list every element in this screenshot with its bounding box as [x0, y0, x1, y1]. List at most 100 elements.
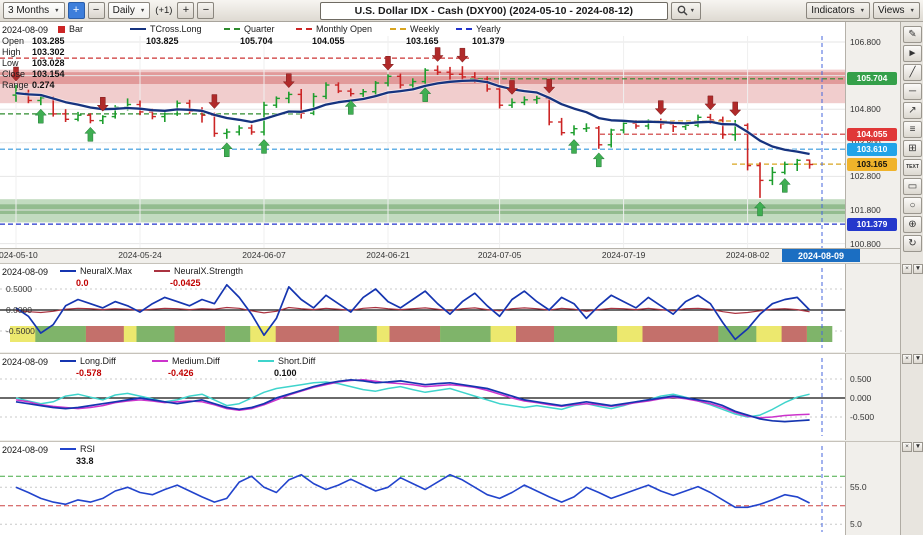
legend-item-quarter[interactable]: Quarter [224, 24, 275, 34]
buy-arrow-icon [779, 178, 790, 192]
chevron-down-icon: ▼ [690, 8, 695, 14]
range-select-value: 3 Months [8, 5, 49, 16]
price-bar [595, 126, 602, 149]
pencil-tool-button[interactable]: ✎ [903, 26, 922, 43]
main-price-chart[interactable]: 106.800105.800104.800103.800102.800101.8… [0, 22, 900, 262]
long-diff-swatch [60, 360, 76, 362]
date-axis-label: 2024-07-19 [602, 250, 645, 260]
decrease-bars-button[interactable]: − [197, 2, 214, 19]
legend-value: 103.165 [406, 36, 439, 46]
price-bar [161, 111, 168, 122]
indicator-value: -0.426 [168, 368, 194, 378]
collapse-panel-button[interactable]: ▼ [913, 442, 923, 452]
indicator-name: Medium.Diff [172, 356, 220, 366]
signal-segment [807, 326, 832, 342]
price-axis-label: 102.800 [850, 171, 881, 181]
diff-panel[interactable]: 0.5000.000-0.500 2024-08-09 Long.Diff Me… [0, 354, 900, 440]
price-bar [608, 129, 615, 148]
horizontal-line-tool-button[interactable]: ─ [903, 83, 922, 100]
close-panel-button[interactable]: × [902, 354, 912, 364]
legend-item-monthly-open[interactable]: Monthly Open [296, 24, 372, 34]
indicator-name: NeuralX.Max [80, 266, 132, 276]
close-panel-button[interactable]: × [902, 442, 912, 452]
cursor-tool-button[interactable]: ► [903, 45, 922, 62]
arrow-tool-button[interactable]: ↗ [903, 102, 922, 119]
diff-panel-header: 2024-08-09 Long.Diff Medium.Diff Short.D… [2, 356, 840, 380]
rectangle-tool-button[interactable]: ▭ [903, 178, 922, 195]
long-diff-legend[interactable]: Long.Diff [60, 356, 116, 366]
medium-diff-legend[interactable]: Medium.Diff [152, 356, 220, 366]
price-axis: 106.800105.800104.800103.800102.800101.8… [845, 22, 900, 248]
add-compare-button[interactable]: + [68, 2, 85, 19]
price-band [0, 204, 845, 214]
bar-legend-item[interactable]: Bar [58, 24, 83, 34]
collapse-panel-button[interactable]: ▼ [913, 354, 923, 364]
panel-date-label: 2024-08-09 [2, 445, 48, 455]
views-button[interactable]: Views ▼ [873, 2, 920, 19]
legend-item-weekly[interactable]: Weekly [390, 24, 439, 34]
chevron-down-icon: ▼ [54, 8, 59, 14]
indicator-axis-label: 0.000 [850, 393, 871, 403]
short-diff-legend[interactable]: Short.Diff [258, 356, 315, 366]
legend-value: 104.055 [312, 36, 345, 46]
signal-segment [782, 326, 807, 342]
bar-swatch [58, 26, 65, 33]
legend-item-yearly[interactable]: Yearly [456, 24, 501, 34]
trendline-tool-button[interactable]: ╱ [903, 64, 922, 81]
chevron-down-icon: ▼ [860, 8, 865, 14]
increase-bars-button[interactable]: + [177, 2, 194, 19]
ellipse-tool-button[interactable]: ○ [903, 197, 922, 214]
yearly-swatch [456, 28, 472, 30]
neuralx-panel-controls: × ▼ [902, 264, 923, 274]
grid-tool-button[interactable]: ⊞ [903, 140, 922, 157]
buy-arrow-icon [593, 153, 604, 167]
signal-segment [10, 326, 35, 342]
close-panel-button[interactable]: × [902, 264, 912, 274]
rsi-panel[interactable]: 55.05.0 2024-08-09 RSI 33.8 [0, 442, 900, 535]
signal-segment [86, 326, 124, 342]
neuralx-panel[interactable]: 0.50000.0000-0.5000 2024-08-09 NeuralX.M… [0, 264, 900, 352]
indicator-line [16, 475, 810, 508]
neuralx-axis-strip [845, 264, 900, 352]
search-button[interactable]: ▼ [671, 2, 701, 20]
period-select[interactable]: Daily ▼ [108, 2, 151, 19]
crosshair-tool-button[interactable]: ⊕ [903, 216, 922, 233]
fibonacci-tool-button[interactable]: ≡ [903, 121, 922, 138]
collapse-panel-button[interactable]: ▼ [913, 264, 923, 274]
refresh-tool-button[interactable]: ↻ [903, 235, 922, 252]
date-axis-label: 2024-07-05 [478, 250, 521, 260]
signal-segment [756, 326, 781, 342]
rsi-legend[interactable]: RSI [60, 444, 95, 454]
short-diff-swatch [258, 360, 274, 362]
signal-segment [225, 326, 250, 342]
legend-item-tcross[interactable]: TCross.Long [130, 24, 202, 34]
chart-date-label: 2024-08-09 [2, 25, 48, 35]
neuralx-strength-legend[interactable]: NeuralX.Strength [154, 266, 243, 276]
signal-segment [35, 326, 86, 342]
text-tool-button[interactable]: TEXT [903, 159, 922, 176]
indicator-name: Long.Diff [80, 356, 116, 366]
legend-value: 103.825 [146, 36, 179, 46]
price-marker: 103.165 [847, 158, 897, 171]
indicator-name: RSI [80, 444, 95, 454]
range-select[interactable]: 3 Months ▼ [3, 2, 65, 19]
tool-buttons: ✎ ► ╱ ─ ↗ ≡ ⊞ TEXT ▭ ○ ⊕ ↻ [902, 26, 923, 252]
legend-label: Quarter [244, 24, 275, 34]
neuralx-max-legend[interactable]: NeuralX.Max [60, 266, 132, 276]
indicators-button[interactable]: Indicators ▼ [806, 2, 870, 19]
price-chart-canvas[interactable] [0, 22, 845, 248]
medium-diff-swatch [152, 360, 168, 362]
legend-label: Yearly [476, 24, 501, 34]
rsi-panel-header: 2024-08-09 RSI 33.8 [2, 444, 840, 468]
price-bar [583, 123, 590, 132]
buy-arrow-icon [85, 127, 96, 141]
price-marker: 104.055 [847, 128, 897, 141]
trading-app-window: 3 Months ▼ + − Daily ▼ (+1) + − U.S. Dol… [0, 0, 923, 535]
symbol-title-box[interactable]: U.S. Dollar IDX - Cash (DXY00) (2024-05-… [320, 2, 668, 20]
signal-segment [617, 326, 642, 342]
indicator-axis-label: 55.0 [850, 482, 867, 492]
indicator-value: -0.578 [76, 368, 102, 378]
rsi-swatch [60, 448, 76, 450]
remove-compare-button[interactable]: − [88, 2, 105, 19]
buy-arrow-icon [259, 139, 270, 153]
